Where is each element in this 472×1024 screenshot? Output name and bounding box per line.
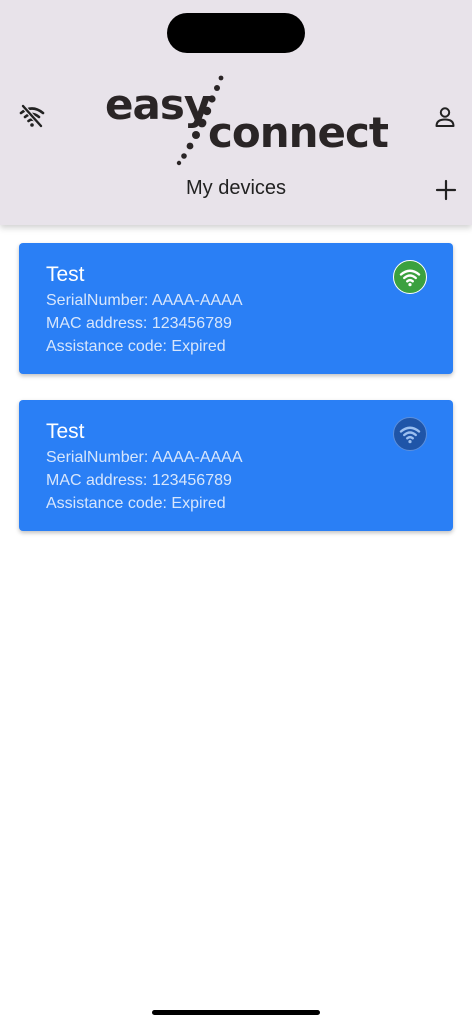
device-assistance-code: Assistance code: Expired (46, 495, 226, 512)
logo-dots-icon (176, 75, 224, 166)
page-title: My devices (185, 177, 287, 199)
plus-icon[interactable] (430, 174, 462, 206)
person-icon[interactable] (430, 102, 460, 132)
device-name: Test (46, 263, 85, 286)
device-card[interactable]: Test SerialNumber: AAAA-AAAA MAC address… (19, 243, 453, 374)
app-header: easy connect My devices (0, 0, 472, 225)
device-card[interactable]: Test SerialNumber: AAAA-AAAA MAC address… (19, 400, 453, 531)
device-name: Test (46, 420, 85, 443)
home-indicator[interactable] (152, 1010, 320, 1015)
dynamic-island (167, 13, 305, 53)
easyconnect-logo: easy connect (100, 72, 389, 168)
wifi-off-icon[interactable] (16, 100, 48, 132)
wifi-icon (393, 417, 427, 451)
device-mac: MAC address: 123456789 (46, 472, 232, 489)
device-serial: SerialNumber: AAAA-AAAA (46, 449, 243, 466)
device-mac: MAC address: 123456789 (46, 315, 232, 332)
wifi-icon (393, 260, 427, 294)
device-serial: SerialNumber: AAAA-AAAA (46, 292, 243, 309)
device-assistance-code: Assistance code: Expired (46, 338, 226, 355)
